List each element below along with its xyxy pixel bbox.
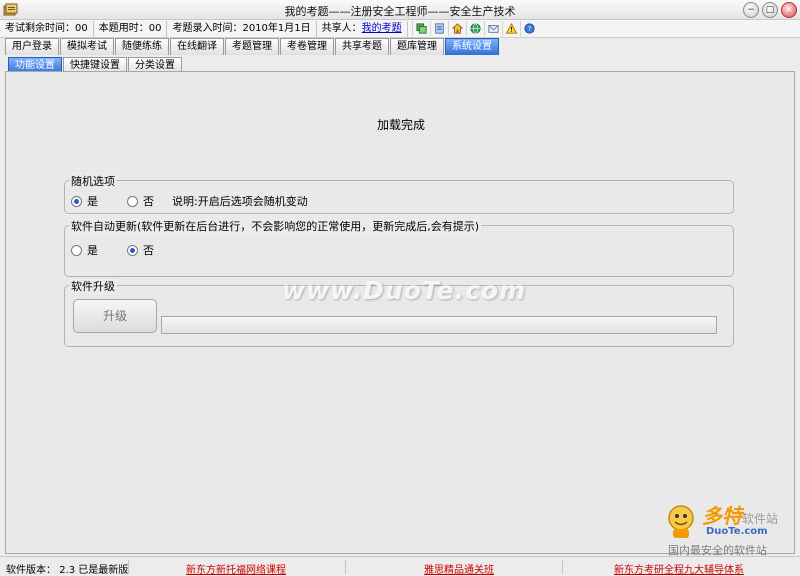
version-label: 软件版本： (6, 565, 56, 576)
mascot-icon (668, 505, 694, 538)
version-info: 软件版本： 2.3 已是最新版 (6, 561, 128, 576)
tab-4[interactable]: 在线翻译 (170, 38, 224, 55)
logo-site: DuoTe.com (706, 526, 768, 537)
remaining-time-value: 00 (75, 22, 88, 34)
document-icon[interactable] (429, 21, 445, 36)
used-time-label: 本题用时： (98, 22, 149, 34)
tab-7[interactable]: 共享考题 (335, 38, 389, 55)
update-yes-radio[interactable] (71, 244, 82, 256)
version-value: 2.3 (59, 565, 76, 576)
warning-icon[interactable] (501, 21, 517, 36)
random-option-group: 随机选项 是 否 说明:开启后选项会随机变动 (64, 173, 734, 214)
remaining-time-label: 考试剩余时间： (5, 22, 75, 34)
info-bar: 考试剩余时间：00 本题用时：00 考题录入时间：2010年1月1日 共享人：我… (0, 20, 800, 38)
status-bar: 软件版本： 2.3 已是最新版 新东方新托福网络课程 雅思精品通关班 新东方考研… (0, 556, 800, 576)
version-status: 已是最新版 (78, 565, 129, 576)
remaining-time: 考试剩余时间：00 (0, 20, 94, 37)
svg-text:?: ? (527, 25, 531, 33)
status-link-toefl[interactable]: 新东方新托福网络课程 (186, 561, 286, 576)
entry-time-value: 2010年1月1日 (242, 22, 311, 34)
status-link-kaoyan[interactable]: 新东方考研全程九大辅导体系 (614, 561, 744, 576)
entry-time: 考题录入时间：2010年1月1日 (167, 20, 317, 37)
load-status-text: 加载完成 (376, 118, 425, 132)
upgrade-legend: 软件升级 (69, 278, 117, 294)
maximize-button[interactable]: □ (762, 2, 778, 18)
upgrade-button[interactable]: 升级 (73, 299, 157, 333)
used-time: 本题用时：00 (94, 20, 168, 37)
tab-2[interactable]: 模拟考试 (60, 38, 114, 55)
help-icon[interactable]: ? (519, 21, 535, 36)
update-yes-label: 是 (87, 244, 98, 257)
settings-panel: 加载完成 随机选项 是 否 说明:开启后选项会随机变动 软件自动更新(软件更新在… (5, 71, 795, 554)
update-no-label: 否 (143, 244, 154, 257)
random-note: 说明:开启后选项会随机变动 (172, 195, 308, 208)
sharer-link[interactable]: 我的考题 (362, 23, 402, 34)
auto-update-group: 软件自动更新(软件更新在后台进行，不会影响您的正常使用，更新完成后,会有提示) … (64, 218, 734, 277)
status-separator (128, 560, 129, 574)
copy-icon[interactable] (411, 21, 427, 36)
random-no-label: 否 (143, 195, 154, 208)
sharer-label: 共享人： (321, 22, 362, 34)
watermark-text: www.DuoTe.com (282, 276, 527, 305)
status-separator (562, 560, 563, 574)
window-title: 我的考题——注册安全工程师——安全生产技术 (284, 5, 516, 18)
status-link-ielts[interactable]: 雅思精品通关班 (424, 561, 494, 576)
logo-title-main: 多特 (702, 504, 742, 528)
update-no-radio[interactable] (127, 244, 138, 256)
globe-icon[interactable] (465, 21, 481, 36)
tab-9[interactable]: 系统设置 (445, 38, 499, 55)
auto-update-legend: 软件自动更新(软件更新在后台进行，不会影响您的正常使用，更新完成后,会有提示) (69, 218, 482, 234)
random-yes-radio[interactable] (71, 195, 82, 207)
used-time-value: 00 (148, 22, 162, 34)
tab-8[interactable]: 题库管理 (390, 38, 444, 55)
title-bar: 我的考题——注册安全工程师——安全生产技术 − □ × (0, 0, 800, 20)
duote-logo: 多特软件站 DuoTe.com 国内最安全的软件站 (658, 500, 798, 557)
tab-6[interactable]: 考卷管理 (280, 38, 334, 55)
sharer: 共享人：我的考题 (317, 20, 408, 37)
logo-title: 多特软件站 (702, 500, 778, 529)
main-tabs: 用户登录 模拟考试 随便练练 在线翻译 考题管理 考卷管理 共享考题 题库管理 系统设置 (5, 38, 500, 55)
upgrade-progress-bar (161, 316, 717, 334)
minimize-button[interactable]: − (743, 2, 759, 18)
status-separator (345, 560, 346, 574)
random-yes-label: 是 (87, 195, 98, 208)
close-button[interactable]: × (781, 2, 797, 18)
entry-time-label: 考题录入时间： (172, 22, 243, 34)
tab-3[interactable]: 随便练练 (115, 38, 169, 55)
mail-icon[interactable] (483, 21, 499, 36)
logo-title-tail: 软件站 (742, 512, 779, 526)
tab-1[interactable]: 用户登录 (5, 38, 59, 55)
home-icon[interactable] (447, 21, 463, 36)
random-option-legend: 随机选项 (69, 173, 117, 189)
tab-5[interactable]: 考题管理 (225, 38, 279, 55)
random-no-radio[interactable] (127, 195, 138, 207)
